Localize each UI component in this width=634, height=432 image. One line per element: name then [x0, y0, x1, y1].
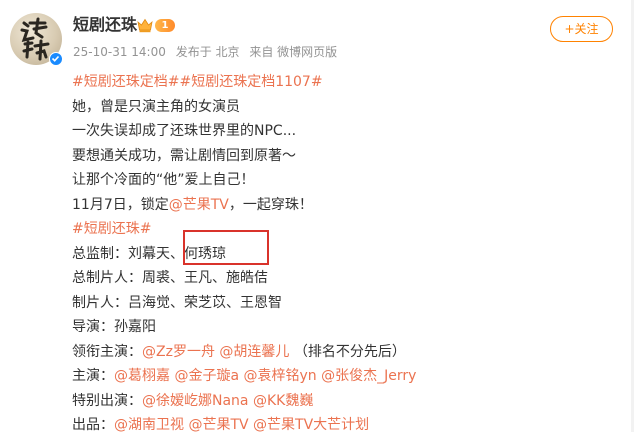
verified-badge-icon [49, 52, 63, 66]
credit-label: 主演： [72, 368, 114, 384]
content-line: 11月7日，锁定@芒果TV，一起穿珠！ [72, 193, 632, 218]
post-meta: 25-10-31 14:00 发布于 北京 来自 微博网页版 [73, 43, 343, 61]
post-timestamp[interactable]: 25-10-31 14:00 [73, 45, 166, 59]
content-line: 领衔主演：@Zz罗一舟 @胡连馨儿 （排名不分先后） [72, 340, 632, 365]
mention-link[interactable]: @湖南卫视 [114, 417, 184, 432]
credit-label: 特别出演： [72, 392, 142, 409]
post-content: #短剧还珠定档##短剧还珠定档1107# 她，曾是只演主角的女演员 一次失误却成… [72, 70, 632, 432]
mention-link[interactable]: @徐嫒屹娜Nana [142, 393, 249, 409]
mention-link[interactable]: @芒果TV大芒计划 [253, 417, 369, 432]
hashtag-link[interactable]: #短剧还珠定档1107# [179, 74, 322, 90]
mention-link[interactable]: @袁梓铭yn [244, 368, 317, 384]
crown-icon [137, 18, 153, 33]
release-suffix-text: ，一起穿珠！ [228, 196, 313, 213]
post-location: 发布于 北京 [175, 45, 240, 59]
credit-note: （排名不分先后） [293, 343, 406, 360]
content-line: 一次失误却成了还珠世界里的NPC... [72, 123, 297, 139]
follow-button[interactable]: +关注 [550, 16, 613, 42]
content-line: 主演：@葛栩嘉 @金子璇a @袁梓铭yn @张俊杰_Jerry [72, 364, 632, 389]
mention-link[interactable]: @张俊杰_Jerry [321, 368, 416, 384]
post-source: 来自 微博网页版 [249, 45, 338, 59]
credit-label: 制片人： [72, 294, 128, 311]
content-line: 要想通关成功，需让剧情回到原著～ [72, 147, 296, 164]
credit-label: 出品： [72, 417, 114, 432]
content-line: 导演：孙嘉阳 [72, 315, 632, 340]
content-line: 让那个冷面的“他”爱上自己！ [72, 172, 255, 188]
mention-link[interactable]: @金子璇a [174, 368, 239, 384]
content-line: 出品：@湖南卫视 @芒果TV @芒果TV大芒计划 [72, 413, 632, 432]
content-line: 总监制：刘幕天、何琇琼 [72, 242, 632, 267]
mention-link[interactable]: @芒果TV [188, 417, 248, 432]
credit-label: 总制片人： [72, 270, 142, 286]
follow-button-label: +关注 [564, 22, 599, 36]
mention-link[interactable]: @胡连馨儿 [219, 344, 289, 360]
content-line: 她，曾是只演主角的女演员 [72, 98, 240, 115]
mention-link[interactable]: @芒果TV [169, 197, 229, 213]
level-number: 1 [155, 19, 175, 32]
content-line: #短剧还珠# [72, 217, 632, 242]
release-date-text: 11月7日，锁定 [72, 196, 169, 213]
hashtag-link[interactable]: #短剧还珠定档# [72, 74, 179, 90]
credit-label: 导演： [72, 319, 114, 335]
credit-label: 领衔主演： [72, 343, 142, 360]
mention-link[interactable]: @葛栩嘉 [114, 368, 170, 384]
username[interactable]: 短剧还珠 [73, 14, 137, 36]
highlight-annotation-box [183, 230, 269, 265]
credit-names: 刘幕天、 [128, 245, 184, 262]
weibo-post: 短剧还珠 1 25-10-31 14:00 发布于 北京 来自 微博网页版 +关… [0, 0, 634, 432]
mention-link[interactable]: @KK魏巍 [253, 393, 313, 409]
hashtag-link[interactable]: #短剧还珠# [72, 221, 151, 237]
credit-names: 周裘、王凡、施皓佶 [142, 270, 268, 286]
content-line: 制片人：吕海觉、荣芝苡、王恩智 [72, 291, 632, 316]
content-line: 特别出演：@徐嫒屹娜Nana @KK魏巍 [72, 389, 632, 414]
content-line: #短剧还珠定档##短剧还珠定档1107# [72, 70, 632, 95]
credit-names: 吕海觉、荣芝苡、王恩智 [128, 294, 282, 311]
credit-label: 总监制： [72, 245, 128, 262]
content-line: 总制片人：周裘、王凡、施皓佶 [72, 266, 632, 291]
mention-link[interactable]: @Zz罗一舟 [142, 344, 215, 360]
credit-names: 孙嘉阳 [114, 319, 156, 335]
